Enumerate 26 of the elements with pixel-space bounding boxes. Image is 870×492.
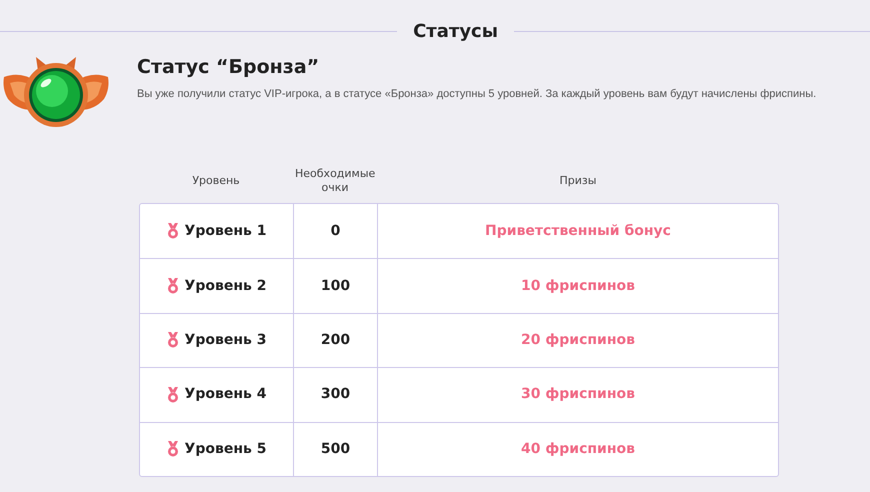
status-description: Вы уже получили статус VIP-игрока, а в статусе «Бронза» доступны 5 уровней. За каждый уровень вам будут начислены фриспины. <box>137 86 816 102</box>
points-cell-text: 0 <box>330 222 340 241</box>
level-cell-text: Уровень 3 <box>184 330 266 350</box>
prize-cell-text: Приветственный бонус <box>485 222 671 241</box>
medal-icon <box>166 278 179 294</box>
status-title: Статус “Бронза” <box>137 55 320 80</box>
medal-icon <box>166 386 179 403</box>
column-header: Уровень <box>191 174 241 188</box>
medal-icon <box>166 441 179 458</box>
level-cell-text: Уровень 1 <box>184 222 266 241</box>
prize-cell-text: 40 фриспинов <box>520 440 635 459</box>
prize-cell-text: 20 фриспинов <box>520 330 635 350</box>
level-cell-text: Уровень 5 <box>184 440 266 459</box>
column-header: Призы <box>558 174 598 188</box>
prize-cell-text: 30 фриспинов <box>520 385 635 404</box>
points-cell-text: 300 <box>320 385 350 404</box>
medal-icon <box>166 223 179 240</box>
level-cell-text: Уровень 2 <box>184 276 266 296</box>
column-header: Необходимые очки <box>295 167 375 195</box>
points-cell-text: 100 <box>320 276 350 296</box>
level-cell-text: Уровень 4 <box>184 385 266 404</box>
points-cell-text: 500 <box>320 440 350 459</box>
medal-icon <box>166 332 179 348</box>
page-heading: Статусы <box>412 20 499 44</box>
prize-cell-text: 10 фриспинов <box>520 276 635 296</box>
points-cell-text: 200 <box>320 330 350 350</box>
